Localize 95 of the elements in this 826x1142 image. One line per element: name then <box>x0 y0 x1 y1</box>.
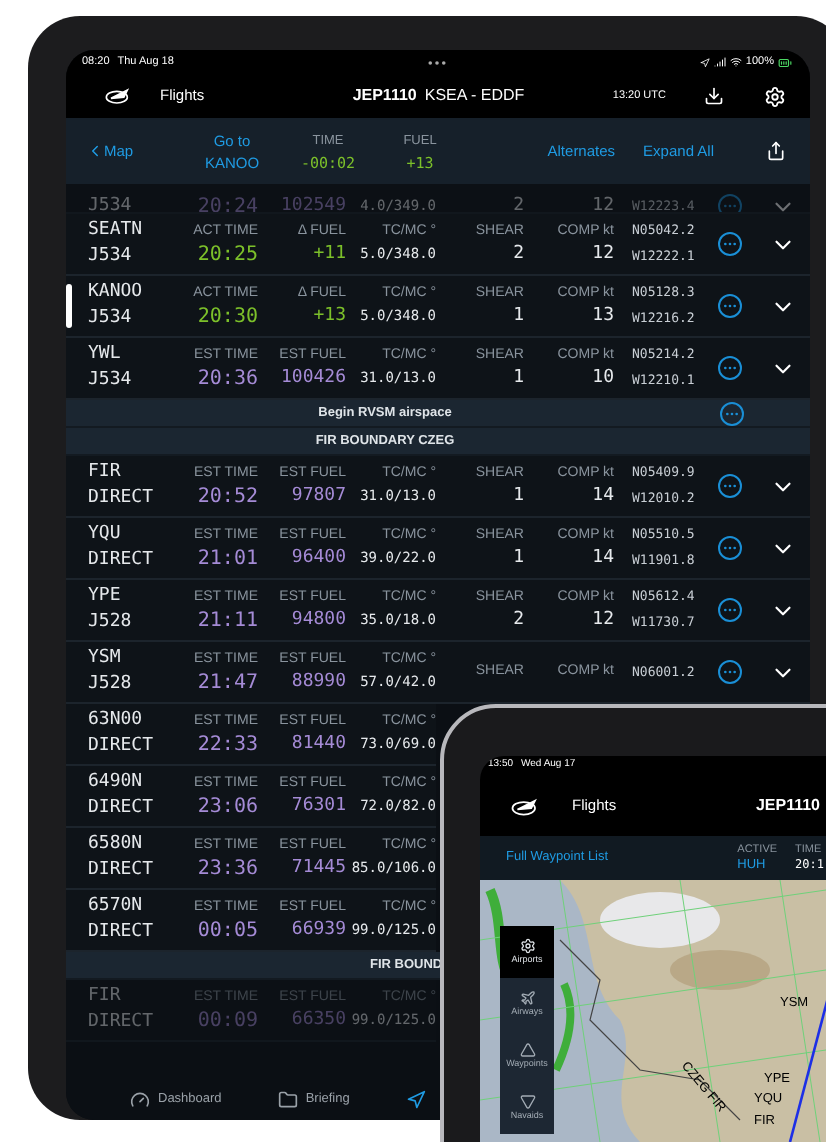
fuel-value: 102549 <box>280 193 346 212</box>
airway-name: DIRECT <box>88 858 154 884</box>
download-icon[interactable] <box>704 86 724 106</box>
battery-icon <box>776 55 794 69</box>
tab-icon <box>277 1090 298 1110</box>
fuel-value: 66939 <box>291 917 346 943</box>
airway-name: J534 <box>88 368 132 394</box>
fuel-value: 66350 <box>291 1007 346 1033</box>
fuel-value: 94800 <box>291 607 346 633</box>
fuel-value: +11 <box>313 241 346 267</box>
more-options-icon[interactable] <box>718 356 742 380</box>
map-layer-icon <box>519 938 535 954</box>
map-layer-icon <box>519 1094 535 1110</box>
wind-component-value: 14 <box>592 483 614 509</box>
more-options-icon[interactable] <box>718 294 742 318</box>
location-icon <box>699 57 710 67</box>
fuel-value: 100426 <box>280 365 346 391</box>
more-options-icon[interactable] <box>718 660 742 684</box>
wind-component-value: 12 <box>592 193 614 212</box>
time-value: 22:33 <box>197 731 258 757</box>
wind-component-value: 13 <box>592 303 614 329</box>
airway-name: J534 <box>88 193 132 212</box>
flight-route: KSEA - EDDF <box>424 84 525 108</box>
wind-component-value: 12 <box>592 241 614 267</box>
tab-icon <box>130 1090 150 1110</box>
map-layer-icon <box>519 1042 535 1058</box>
shear-value: 1 <box>513 483 524 509</box>
fuel-value: 88990 <box>291 669 346 695</box>
time-value: 20:30 <box>197 303 258 329</box>
waypoint-name: KANOO <box>88 280 143 306</box>
airway-name: J528 <box>88 672 132 698</box>
tab-icon <box>405 1090 426 1110</box>
wind-component-value: 10 <box>592 365 614 391</box>
time-value: 20:36 <box>197 365 258 391</box>
multitasking-dots-icon[interactable] <box>427 59 446 65</box>
time-value: 20:25 <box>197 241 258 267</box>
fuel-value: 76301 <box>291 793 346 819</box>
waypoint-name: 63N00 <box>88 708 145 734</box>
airway-name: DIRECT <box>88 920 154 946</box>
waypoint-name: 6570N <box>88 894 145 920</box>
waypoint-name: YQU <box>88 522 123 548</box>
airway-name: DIRECT <box>88 548 154 574</box>
time-value: 21:11 <box>197 607 258 633</box>
more-options-icon[interactable] <box>718 232 742 256</box>
tab-item[interactable] <box>405 1090 426 1110</box>
airplane-logo-icon[interactable] <box>104 86 132 106</box>
fuel-value: 71445 <box>291 855 346 881</box>
wind-component-value: 14 <box>592 545 614 571</box>
shear-value: 2 <box>513 241 524 267</box>
airplane-logo-icon[interactable] <box>510 795 540 817</box>
time-value: 20:24 <box>197 193 258 212</box>
waypoint-name: FIR <box>88 460 123 486</box>
waypoint-name: YSM <box>88 646 123 672</box>
airway-name: DIRECT <box>88 734 154 760</box>
time-value: 00:05 <box>197 917 258 943</box>
wind-component-value: 12 <box>592 607 614 633</box>
shear-value: 1 <box>513 303 524 329</box>
flight-number: JEP1110 <box>352 84 417 108</box>
fuel-value: 96400 <box>291 545 346 571</box>
time-value: 00:09 <box>197 1007 258 1033</box>
waypoint-name: FIR <box>88 984 123 1010</box>
fuel-value: 97807 <box>291 483 346 509</box>
time-value: 20:52 <box>197 483 258 509</box>
airway-name: DIRECT <box>88 796 154 822</box>
waypoint-name: 6490N <box>88 770 145 796</box>
more-options-icon[interactable] <box>718 474 742 498</box>
more-options-icon[interactable] <box>718 598 742 622</box>
waypoint-name: YPE <box>88 584 123 610</box>
flight-number: JEP1110 <box>755 794 822 818</box>
airway-name: DIRECT <box>88 486 154 512</box>
shear-value: 2 <box>513 193 524 212</box>
airway-name: DIRECT <box>88 1010 154 1036</box>
map-layer-icon <box>519 990 535 1006</box>
more-options-icon[interactable] <box>720 401 744 425</box>
shear-value: 1 <box>513 365 524 391</box>
fuel-value: +13 <box>313 303 346 329</box>
time-value: 23:36 <box>197 855 258 881</box>
settings-icon[interactable] <box>764 85 786 107</box>
time-value: 21:47 <box>197 669 258 695</box>
time-value: 23:06 <box>197 793 258 819</box>
wifi-icon <box>729 56 742 68</box>
share-icon[interactable] <box>766 140 786 162</box>
airway-name: J528 <box>88 610 132 636</box>
waypoint-name: YWL <box>88 342 123 368</box>
more-options-icon[interactable] <box>718 536 742 560</box>
airway-name: J534 <box>88 306 134 332</box>
airway-name: J534 <box>88 244 134 270</box>
shear-value: 1 <box>513 545 524 571</box>
back-chevron-icon <box>86 142 104 160</box>
time-value: 21:01 <box>197 545 258 571</box>
shear-value: 2 <box>513 607 524 633</box>
fuel-value: 81440 <box>291 731 346 757</box>
waypoint-name: 6580N <box>88 832 145 858</box>
waypoint-name: SEATN <box>88 218 143 244</box>
signal-icon <box>713 56 726 68</box>
